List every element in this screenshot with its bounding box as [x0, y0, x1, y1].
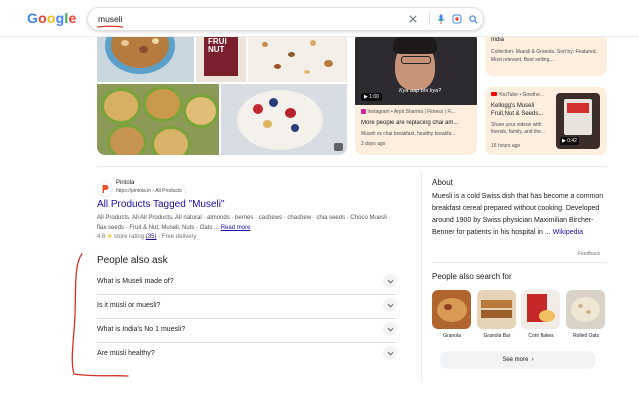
video-thumbnail[interactable]: Kya aap bhi kya? ▶ 1:00: [355, 32, 477, 105]
paa-question[interactable]: What is India's No 1 muesli?: [97, 319, 397, 343]
chevron-down-icon[interactable]: [383, 346, 397, 360]
chevron-down-icon[interactable]: [383, 298, 397, 312]
related-search-thumbnail[interactable]: [521, 290, 560, 329]
logo-letter: G: [27, 10, 39, 26]
images-grid: FRUI NUT: [97, 32, 347, 155]
related-search-thumbnail[interactable]: [477, 290, 516, 329]
related-search-label[interactable]: Rolled Oats: [563, 333, 609, 339]
column-divider: [421, 172, 422, 382]
card-description: Collection: Muesli & Granola. Sort by: F…: [491, 49, 597, 63]
related-search-label[interactable]: Corn flakes: [518, 333, 564, 339]
youtube-video-card[interactable]: YouTube • Gowthe... Kellogg's Museli Fru…: [485, 87, 607, 155]
result-title-link[interactable]: All Products Tagged "Museli": [97, 199, 225, 210]
card-title: India: [491, 37, 505, 43]
read-more-link[interactable]: Read more: [221, 225, 251, 231]
section-divider: [97, 166, 607, 167]
result-site-name[interactable]: Pintola: [116, 180, 134, 186]
video-description: Museli vs chai breakfast, healthy breakf…: [361, 131, 456, 137]
image-thumbnail[interactable]: [97, 32, 194, 82]
about-heading: About: [432, 178, 453, 187]
result-snippet: All Products. All All Products, All natu…: [97, 215, 391, 231]
logo-letter: e: [68, 10, 77, 26]
logo-letter: o: [46, 10, 56, 26]
video-card[interactable]: Kya aap bhi kya? ▶ 1:00 Instagram • Arpi…: [355, 32, 477, 155]
video-source: YouTube • Gowthe...: [491, 92, 544, 98]
chevron-right-icon: ›: [530, 357, 534, 363]
shopping-card[interactable]: India Collection: Muesli & Granola. Sort…: [485, 32, 607, 76]
video-date: 2 days ago: [361, 141, 386, 147]
video-duration: ▶ 1:00: [361, 93, 382, 101]
paa-question[interactable]: What is Museli made of?: [97, 271, 397, 295]
people-also-search-heading: People also search for: [432, 272, 512, 281]
image-icon: [334, 143, 343, 151]
logo-letter: o: [38, 10, 47, 26]
related-search-label[interactable]: Granola Bar: [474, 333, 520, 339]
search-icon[interactable]: [466, 12, 480, 26]
video-source: Instagram • Arpit Sharma | Fitness | Fi.…: [361, 109, 473, 115]
video-overlay-text: Kya aap bhi kya?: [399, 88, 442, 94]
image-thumbnail[interactable]: [97, 84, 219, 155]
more-options-icon[interactable]: ⋮: [183, 188, 188, 194]
rating-count-link[interactable]: (35): [146, 234, 157, 240]
youtube-icon: [491, 92, 497, 96]
related-search-label[interactable]: Granola: [429, 333, 475, 339]
microphone-icon[interactable]: [434, 12, 448, 26]
handwritten-underline: [96, 25, 124, 28]
handwritten-bracket-annotation: [71, 253, 129, 377]
video-thumbnail[interactable]: ▶ 0:42: [556, 93, 600, 149]
star-icon: ★: [107, 234, 113, 240]
feedback-link[interactable]: Feedback: [578, 251, 600, 257]
video-title[interactable]: Kellogg's Museli Fruit,Nut & Seeds...: [491, 102, 553, 118]
related-search-thumbnail[interactable]: [566, 290, 605, 329]
header-bar: Google: [0, 0, 639, 37]
video-description: Share your videos with friends, family, …: [491, 122, 546, 135]
paa-question[interactable]: Is it müsli or muesli?: [97, 295, 397, 319]
lens-icon[interactable]: [450, 12, 464, 26]
search-box: [87, 7, 484, 31]
clear-icon[interactable]: [406, 12, 420, 26]
section-divider: [432, 262, 607, 263]
wikipedia-link[interactable]: Wikipedia: [553, 229, 583, 236]
instagram-icon: [361, 109, 366, 114]
video-date: 16 hours ago: [491, 143, 521, 149]
paa-question[interactable]: Are müsli healthy?: [97, 343, 397, 366]
result-rating: 4.6 ★ store rating (35) · Free delivery: [97, 234, 197, 240]
see-more-button[interactable]: See more ›: [440, 351, 596, 369]
image-thumbnail[interactable]: [221, 84, 347, 155]
result-url[interactable]: https://pintola.in › All Products ⋮: [116, 188, 188, 194]
video-duration: ▶ 0:42: [560, 137, 579, 145]
image-thumbnail[interactable]: FRUI NUT: [196, 32, 246, 82]
video-title[interactable]: More people are replacing chai am...: [361, 120, 473, 126]
search-input[interactable]: [98, 11, 378, 26]
image-thumbnail[interactable]: [248, 32, 347, 82]
google-logo[interactable]: Google: [27, 10, 76, 26]
search-divider: [429, 13, 430, 25]
chevron-down-icon[interactable]: [383, 274, 397, 288]
site-favicon[interactable]: [97, 181, 113, 197]
about-description: Muesli is a cold Swiss dish that has bec…: [432, 193, 604, 236]
related-search-thumbnail[interactable]: [432, 290, 471, 329]
chevron-down-icon[interactable]: [383, 322, 397, 336]
